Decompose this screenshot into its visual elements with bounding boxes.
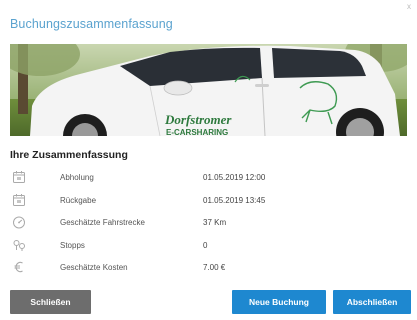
summary-row-return: Rückgabe 01.05.2019 13:45 <box>10 191 407 214</box>
summary-value: 0 <box>203 240 208 250</box>
summary-label: Rückgabe <box>60 195 97 205</box>
euro-icon <box>14 261 23 273</box>
close-button[interactable]: Schließen <box>10 290 91 314</box>
summary-row-distance: Geschätzte Fahrstrecke 37 Km <box>10 213 407 236</box>
car-photo: Dorfstromer E-CARSHARING <box>10 44 407 136</box>
summary-value: 7.00 € <box>203 263 226 272</box>
speedometer-icon <box>13 216 25 229</box>
summary-label: Geschätzte Fahrstrecke <box>60 218 145 227</box>
summary-row-pickup: Abholung 01.05.2019 12:00 <box>10 168 407 191</box>
close-icon[interactable]: x <box>407 2 411 11</box>
finish-button[interactable]: Abschließen <box>333 290 411 314</box>
summary-label: Abholung <box>60 173 94 182</box>
car-image: Dorfstromer E-CARSHARING <box>10 44 407 136</box>
summary-label: Geschätzte Kosten <box>60 263 128 272</box>
summary-title: Ihre Zusammenfassung <box>10 149 128 161</box>
dialog-header: Buchungszusammenfassung x <box>0 0 417 44</box>
brand-decal-text: Dorfstromer <box>164 112 232 127</box>
summary-row-stops: Stopps 0 <box>10 236 407 259</box>
calendar-icon <box>13 171 25 183</box>
summary-value: 01.05.2019 13:45 <box>203 195 266 205</box>
stops-icon <box>13 239 25 251</box>
calendar-icon <box>13 193 25 206</box>
summary-value: 01.05.2019 12:00 <box>203 173 266 182</box>
summary-row-cost: Geschätzte Kosten 7.00 € <box>10 258 407 281</box>
dialog-title: Buchungszusammenfassung <box>10 17 173 31</box>
new-booking-button[interactable]: Neue Buchung <box>232 290 326 314</box>
summary-value: 37 Km <box>203 218 227 227</box>
carsharing-decal-text: E-CARSHARING <box>166 128 228 136</box>
summary-label: Stopps <box>60 240 85 250</box>
summary-list: Abholung 01.05.2019 12:00 Rückgabe 01.05… <box>10 168 407 281</box>
booking-summary-dialog: Buchungszusammenfassung x Dorfstromer E-… <box>0 0 417 320</box>
